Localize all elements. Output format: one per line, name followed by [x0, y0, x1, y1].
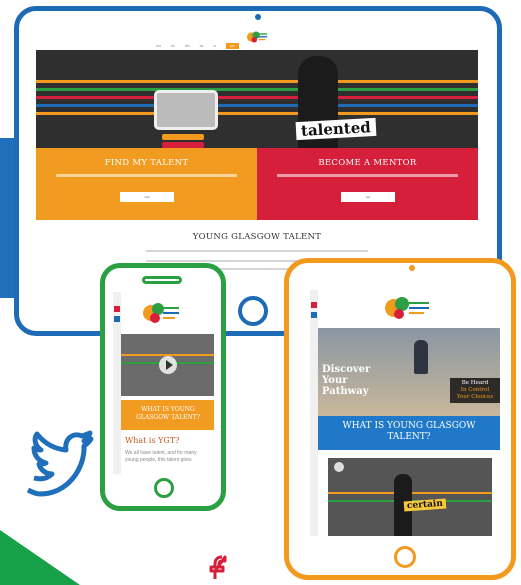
monitor-camera	[255, 14, 261, 20]
panel-subtext	[277, 174, 458, 177]
nav-item[interactable]: ▪▪	[213, 44, 215, 48]
tablet-home-button	[394, 546, 416, 568]
phone-banner-text: WHAT IS YOUNG GLASGOW TALENT?	[136, 406, 200, 421]
section-title: YOUNG GLASGOW TALENT	[192, 232, 322, 242]
hero-stripe	[36, 88, 478, 91]
ygt-logo-icon	[143, 303, 179, 323]
facebook-icon	[209, 555, 227, 579]
tablet-screen: Discover Your Pathway Be Heard In Contro…	[310, 290, 500, 536]
green-corner-triangle	[0, 530, 80, 585]
share-dot[interactable]	[114, 316, 120, 322]
nav-item[interactable]: ▪▪▪▪	[185, 44, 190, 48]
hero-person	[414, 340, 428, 374]
site-nav: ▪▪▪▪ ▪▪▪ ▪▪▪▪ ▪▪▪ ▪▪ ▪▪▪▪	[156, 43, 249, 49]
phone-body: We all have talent, and for many young p…	[125, 450, 197, 463]
twitter-icon	[26, 430, 94, 497]
hero-video-thumbnail[interactable]	[154, 90, 218, 130]
hero-word: talented	[295, 117, 377, 141]
phone-heading: What is YGT?	[125, 436, 180, 445]
phone-screen: WHAT IS YOUNG GLASGOW TALENT? What is YG…	[113, 292, 214, 474]
monitor-home-button	[238, 296, 268, 326]
tagline-line: Be Heard	[461, 380, 489, 386]
video-word: certain	[403, 498, 447, 512]
hero-banner: talented	[36, 50, 478, 148]
nav-item[interactable]: ▪▪▪▪	[156, 44, 161, 48]
tablet-hero-image: Discover Your Pathway Be Heard In Contro…	[318, 328, 500, 416]
tagline-line: In Control	[460, 387, 490, 393]
tagline-line: Your Choices	[456, 394, 494, 400]
mentor-panel: BECOME A MENTOR ▪▪▪▪	[257, 148, 478, 220]
find-talent-panel: FIND MY TALENT ▪▪▪▪▪	[36, 148, 257, 220]
find-talent-title: FIND MY TALENT	[104, 158, 189, 168]
tablet-share-bar	[310, 290, 318, 536]
site-header: ▪▪▪▪ ▪▪▪ ▪▪▪▪ ▪▪▪ ▪▪ ▪▪▪▪	[36, 28, 478, 50]
channel-avatar	[334, 462, 344, 472]
panel-subtext	[56, 174, 237, 177]
tablet-video[interactable]: certain	[328, 458, 492, 536]
play-triangle	[166, 360, 173, 370]
phone-video[interactable]	[121, 334, 214, 396]
tablet-hero-heading: Discover Your Pathway	[322, 364, 371, 397]
nav-item[interactable]: ▪▪▪	[200, 44, 204, 48]
ygt-logo-icon	[385, 297, 429, 319]
hero-stripe	[36, 104, 478, 107]
phone-home-button	[154, 478, 174, 498]
tablet-camera	[409, 265, 415, 271]
nav-cta-button[interactable]: ▪▪▪▪	[225, 43, 239, 49]
share-dot[interactable]	[311, 312, 317, 318]
hero-stripe	[36, 112, 478, 115]
tablet-banner: WHAT IS YOUNG GLASGOW TALENT?	[318, 416, 500, 450]
text-line	[146, 250, 368, 252]
mentor-title: BECOME A MENTOR	[318, 158, 417, 168]
hero-stripe	[36, 80, 478, 83]
phone-banner: WHAT IS YOUNG GLASGOW TALENT?	[121, 400, 214, 430]
nav-item[interactable]: ▪▪▪	[171, 44, 175, 48]
find-talent-button[interactable]: ▪▪▪▪▪	[120, 192, 174, 202]
tablet-banner-text: WHAT IS YOUNG GLASGOW TALENT?	[342, 421, 476, 442]
phone-speaker	[142, 276, 182, 284]
desktop-screen: ▪▪▪▪ ▪▪▪ ▪▪▪▪ ▪▪▪ ▪▪ ▪▪▪▪ talented FIND MY TA…	[36, 28, 478, 290]
tablet-tagline-box: Be Heard In Control Your Choices	[450, 378, 500, 403]
play-icon[interactable]	[159, 356, 177, 374]
mentor-button[interactable]: ▪▪▪▪	[341, 192, 395, 202]
share-dot[interactable]	[311, 302, 317, 308]
hero-button[interactable]	[162, 134, 204, 140]
share-dot[interactable]	[114, 306, 120, 312]
ygt-logo-icon	[246, 31, 268, 43]
hero-stripe	[36, 96, 478, 99]
